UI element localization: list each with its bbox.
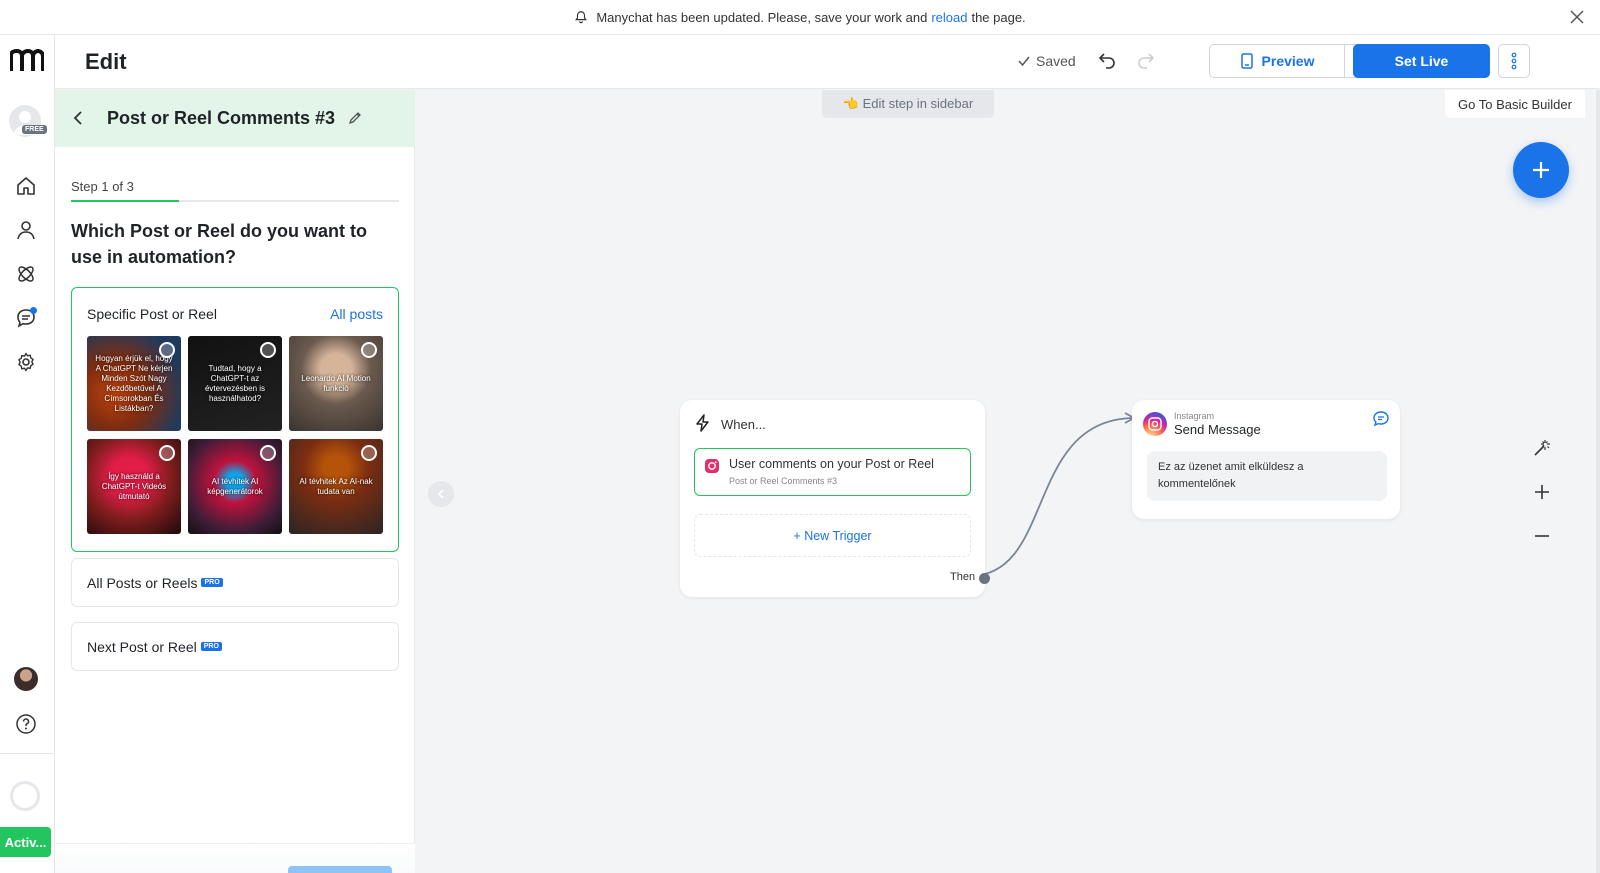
thumbnail-caption: Így használd a ChatGPT-t Videós útmutató — [101, 471, 167, 501]
select-radio[interactable] — [260, 342, 276, 358]
thumbnail-caption: Leonardo AI Motion funkció — [301, 373, 371, 393]
flow-canvas[interactable]: 👈 Edit step in sidebar Go To Basic Build… — [415, 90, 1600, 873]
lightning-icon — [696, 414, 709, 432]
comment-icon[interactable] — [1372, 410, 1390, 428]
banner-text-end: the page. — [971, 9, 1026, 25]
select-radio[interactable] — [361, 342, 377, 358]
thumbnail-caption: AI tévhitek AI képgenerátorok — [207, 476, 263, 496]
then-label: Then — [950, 571, 976, 583]
new-trigger-button[interactable]: + New Trigger — [694, 514, 971, 557]
when-label: When... — [721, 417, 766, 432]
settings-icon[interactable] — [15, 351, 37, 373]
pencil-icon[interactable] — [347, 110, 363, 126]
plus-icon — [1535, 485, 1549, 499]
home-icon[interactable] — [15, 175, 37, 197]
zoom-in-button[interactable] — [1528, 478, 1556, 506]
sidebar-footer — [55, 843, 415, 873]
select-radio[interactable] — [159, 445, 175, 461]
message-text: Ez az üzenet amit elküldesz a kommentelő… — [1147, 451, 1387, 501]
post-thumbnails-grid: Hogyan érjük el, hogy A ChatGPT Ne kérje… — [87, 336, 387, 534]
post-thumbnail[interactable]: Hogyan érjük el, hogy A ChatGPT Ne kérje… — [87, 336, 181, 431]
help-icon[interactable] — [15, 713, 37, 735]
sidebar-header: Post or Reel Comments #3 — [55, 90, 415, 147]
canvas-scrollbar[interactable] — [1596, 90, 1600, 873]
redo-icon[interactable] — [1136, 49, 1158, 71]
back-arrow-icon[interactable] — [69, 108, 89, 128]
platform-label: Instagram — [1174, 411, 1215, 421]
instagram-icon — [1143, 412, 1167, 436]
contacts-icon[interactable] — [15, 219, 37, 241]
step-progress-fill — [71, 200, 180, 202]
next-post-option[interactable]: Next Post or Reel PRO — [71, 622, 399, 671]
preview-label: Preview — [1261, 53, 1315, 69]
post-thumbnail[interactable]: Leonardo AI Motion funkció — [289, 336, 383, 431]
close-icon[interactable] — [1568, 8, 1586, 26]
update-banner: Manychat has been updated. Please, save … — [0, 0, 1600, 35]
left-rail: FREE Activ... — [0, 35, 55, 873]
preview-button[interactable]: Preview — [1209, 44, 1345, 78]
editor-header: Edit Saved Preview Set Live — [55, 35, 1600, 89]
magic-wand-icon — [1534, 440, 1550, 456]
then-connector[interactable] — [979, 573, 990, 584]
thumbnail-caption: Tudtad, hogy a ChatGPT-t az évtervezésbe… — [204, 363, 266, 403]
select-radio[interactable] — [361, 445, 377, 461]
trigger-title: User comments on your Post or Reel — [729, 457, 934, 471]
thumbnail-caption: AI tévhitek Az AI-nak tudata van — [299, 476, 373, 496]
instagram-icon — [705, 459, 719, 473]
notification-dot — [30, 307, 37, 314]
automation-icon[interactable] — [15, 263, 37, 285]
select-radio[interactable] — [260, 445, 276, 461]
magic-wand-button[interactable] — [1528, 434, 1556, 462]
minus-icon — [1535, 535, 1549, 537]
specific-post-label: Specific Post or Reel — [87, 306, 217, 322]
post-thumbnail[interactable]: AI tévhitek AI képgenerátorok — [188, 439, 282, 534]
post-thumbnail[interactable]: Tudtad, hogy a ChatGPT-t az évtervezésbe… — [188, 336, 282, 431]
connection-line — [969, 412, 1136, 577]
pro-badge: PRO — [201, 578, 223, 587]
select-radio[interactable] — [159, 342, 175, 358]
zoom-out-button[interactable] — [1528, 522, 1556, 550]
message-node-title: Send Message — [1174, 422, 1261, 437]
step-progress-bar — [71, 200, 399, 202]
all-posts-link[interactable]: All posts — [330, 306, 383, 322]
more-options-button[interactable] — [1498, 44, 1530, 78]
all-posts-option[interactable]: All Posts or Reels PRO — [71, 558, 399, 607]
check-icon — [1018, 56, 1030, 67]
active-status-button[interactable]: Activ... — [0, 827, 51, 857]
next-post-option-label: Next Post or Reel — [87, 638, 197, 655]
post-thumbnail[interactable]: Így használd a ChatGPT-t Videós útmutató — [87, 439, 181, 534]
pro-badge: PRO — [200, 642, 222, 651]
manychat-logo[interactable] — [10, 49, 44, 73]
step-indicator: Step 1 of 3 — [71, 179, 134, 194]
send-message-node[interactable]: Instagram Send Message Ez az üzenet amit… — [1132, 400, 1400, 519]
when-trigger-node[interactable]: When... User comments on your Post or Re… — [680, 400, 990, 597]
trigger-item[interactable]: User comments on your Post or Reel Post … — [694, 448, 971, 496]
saved-status: Saved — [1017, 53, 1076, 69]
banner-text: Manychat has been updated. Please, save … — [596, 9, 928, 25]
step-sidebar: Post or Reel Comments #3 Step 1 of 3 Whi… — [55, 90, 415, 873]
trigger-subtitle: Post or Reel Comments #3 — [729, 476, 838, 486]
sidebar-title: Post or Reel Comments #3 — [107, 108, 336, 128]
bell-icon — [575, 11, 588, 24]
thumbnail-caption: Hogyan érjük el, hogy A ChatGPT Ne kérje… — [95, 353, 173, 413]
phone-icon — [1240, 53, 1253, 69]
saved-label: Saved — [1036, 53, 1076, 69]
step-question: Which Post or Reel do you want to use in… — [71, 221, 368, 267]
more-vertical-icon — [1511, 52, 1517, 70]
rail-divider — [0, 753, 55, 754]
undo-icon[interactable] — [1095, 49, 1117, 71]
user-photo[interactable] — [14, 667, 38, 691]
next-step-button[interactable] — [288, 866, 392, 873]
free-badge: FREE — [22, 125, 47, 134]
loading-ring — [10, 781, 40, 811]
all-posts-option-label: All Posts or Reels — [87, 574, 198, 591]
page-title: Edit — [85, 49, 127, 74]
post-thumbnail[interactable]: AI tévhitek Az AI-nak tudata van — [289, 439, 383, 534]
set-live-button[interactable]: Set Live — [1353, 44, 1490, 78]
reload-link[interactable]: reload — [931, 10, 967, 25]
specific-post-card[interactable]: Specific Post or Reel All posts Hogyan é… — [71, 287, 399, 552]
